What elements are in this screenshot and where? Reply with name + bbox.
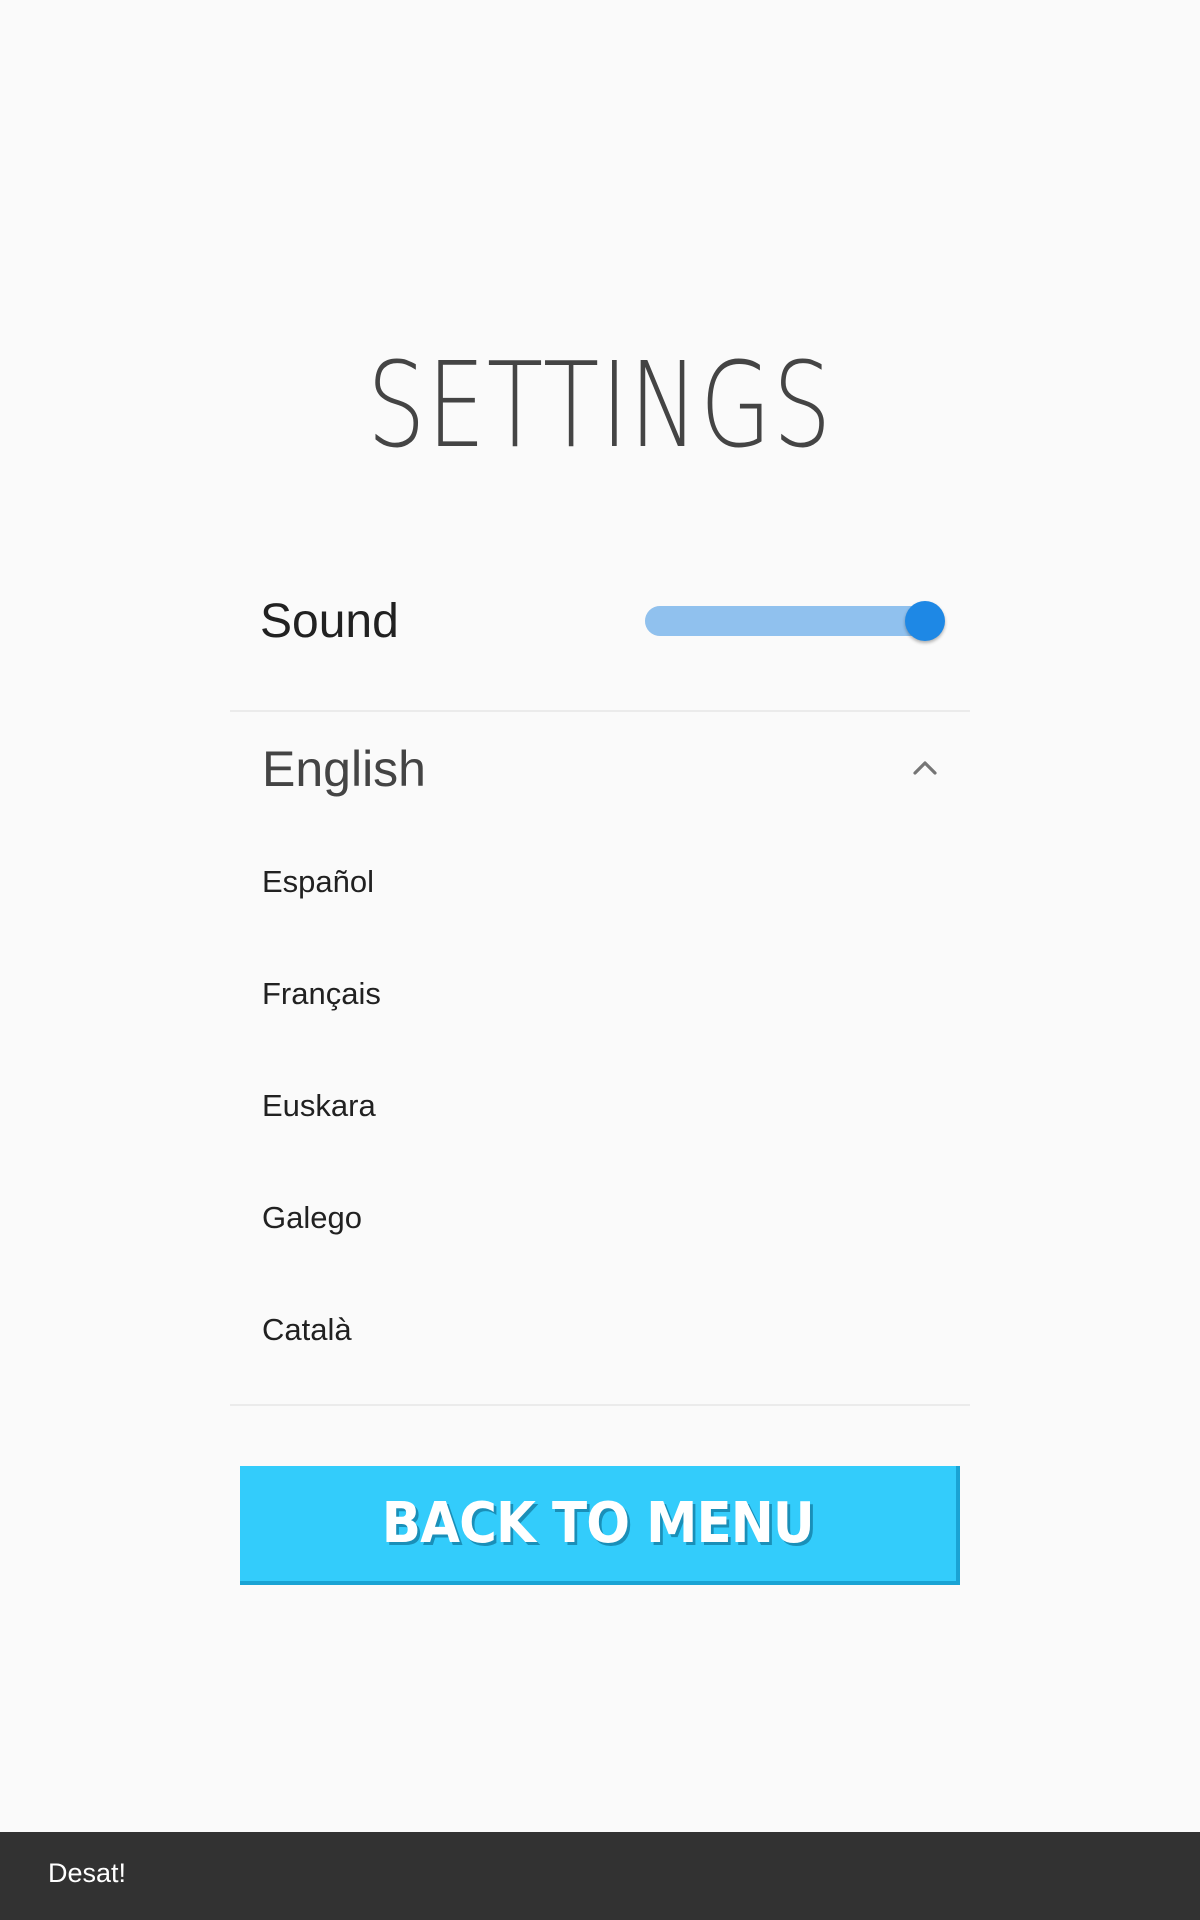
language-option[interactable]: Español (230, 826, 970, 938)
back-to-menu-label: BACK TO MENU (381, 1491, 815, 1556)
language-option[interactable]: Català (230, 1274, 970, 1386)
sound-row: Sound (230, 560, 970, 712)
selected-language: English (262, 741, 426, 797)
chevron-up-icon[interactable] (905, 752, 945, 782)
settings-screen: SETTINGS Sound English Español Français … (0, 0, 1200, 1920)
slider-fill (645, 606, 925, 636)
settings-panel: Sound English Español Français Euskara G… (230, 560, 970, 1406)
snackbar: Desat! (0, 1832, 1200, 1920)
language-dropdown-header[interactable]: English (230, 712, 970, 826)
sound-slider[interactable] (645, 601, 945, 641)
snackbar-message: Desat! (48, 1858, 127, 1888)
language-option[interactable]: Français (230, 938, 970, 1050)
language-option[interactable]: Galego (230, 1162, 970, 1274)
language-dropdown: English Español Français Euskara Galego … (230, 712, 970, 1406)
sound-label: Sound (260, 595, 399, 648)
language-option[interactable]: Euskara (230, 1050, 970, 1162)
back-to-menu-button[interactable]: BACK TO MENU (240, 1466, 960, 1585)
slider-thumb[interactable] (905, 601, 945, 641)
page-title: SETTINGS (367, 336, 833, 474)
